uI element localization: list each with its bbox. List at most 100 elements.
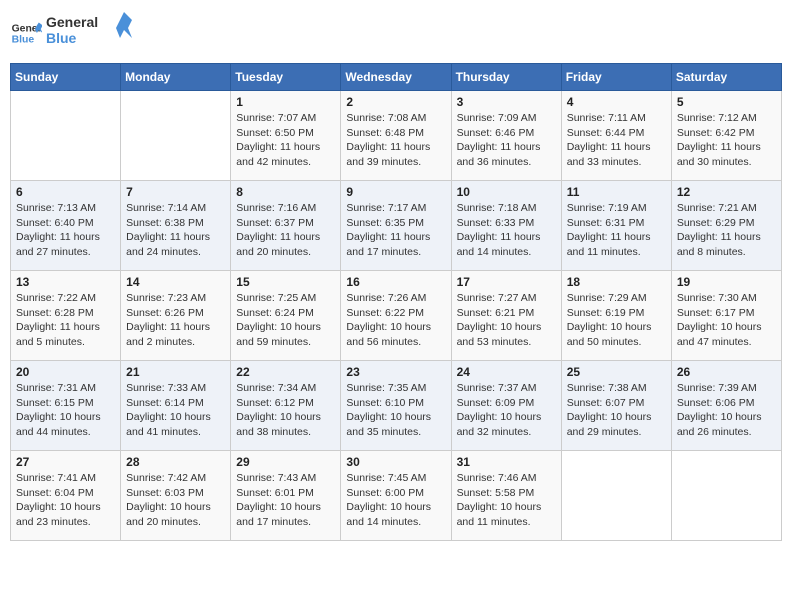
- day-number: 17: [457, 275, 556, 289]
- day-info: Sunrise: 7:39 AM Sunset: 6:06 PM Dayligh…: [677, 381, 776, 440]
- weekday-header: Tuesday: [231, 64, 341, 91]
- calendar-week-row: 13Sunrise: 7:22 AM Sunset: 6:28 PM Dayli…: [11, 271, 782, 361]
- weekday-header: Thursday: [451, 64, 561, 91]
- day-number: 1: [236, 95, 335, 109]
- day-info: Sunrise: 7:46 AM Sunset: 5:58 PM Dayligh…: [457, 471, 556, 530]
- calendar-cell: 14 Sunrise: 7:23 AM Sunset: 6:26 PM Dayli…: [121, 271, 231, 361]
- weekday-header: Wednesday: [341, 64, 451, 91]
- day-number: 4: [567, 95, 666, 109]
- day-info: Sunrise: 7:26 AM Sunset: 6:22 PM Dayligh…: [346, 291, 445, 350]
- calendar-cell: 30 Sunrise: 7:45 AM Sunset: 6:00 PM Dayli…: [341, 451, 451, 541]
- day-info: Sunrise: 7:08 AM Sunset: 6:48 PM Dayligh…: [346, 111, 445, 170]
- day-number: 6: [16, 185, 115, 199]
- day-info: Sunrise: 7:43 AM Sunset: 6:01 PM Dayligh…: [236, 471, 335, 530]
- day-info: Sunrise: 7:42 AM Sunset: 6:03 PM Dayligh…: [126, 471, 225, 530]
- day-number: 29: [236, 455, 335, 469]
- calendar-cell: 15 Sunrise: 7:25 AM Sunset: 6:24 PM Dayli…: [231, 271, 341, 361]
- logo-icon: General Blue: [10, 17, 42, 49]
- calendar-cell: 28 Sunrise: 7:42 AM Sunset: 6:03 PM Dayli…: [121, 451, 231, 541]
- day-info: Sunrise: 7:25 AM Sunset: 6:24 PM Dayligh…: [236, 291, 335, 350]
- weekday-header: Monday: [121, 64, 231, 91]
- day-info: Sunrise: 7:07 AM Sunset: 6:50 PM Dayligh…: [236, 111, 335, 170]
- day-number: 15: [236, 275, 335, 289]
- calendar-week-row: 27 Sunrise: 7:41 AM Sunset: 6:04 PM Dayli…: [11, 451, 782, 541]
- day-number: 10: [457, 185, 556, 199]
- page-header: General Blue General Blue: [10, 10, 782, 55]
- day-info: Sunrise: 7:37 AM Sunset: 6:09 PM Dayligh…: [457, 381, 556, 440]
- day-number: 5: [677, 95, 776, 109]
- day-info: Sunrise: 7:30 AM Sunset: 6:17 PM Dayligh…: [677, 291, 776, 350]
- logo-text: General Blue: [46, 10, 136, 55]
- calendar-cell: 11Sunrise: 7:19 AM Sunset: 6:31 PM Dayli…: [561, 181, 671, 271]
- calendar-cell: 18 Sunrise: 7:29 AM Sunset: 6:19 PM Dayli…: [561, 271, 671, 361]
- calendar-cell: 7 Sunrise: 7:14 AM Sunset: 6:38 PM Daylig…: [121, 181, 231, 271]
- weekday-header: Sunday: [11, 64, 121, 91]
- day-info: Sunrise: 7:16 AM Sunset: 6:37 PM Dayligh…: [236, 201, 335, 260]
- day-info: Sunrise: 7:14 AM Sunset: 6:38 PM Dayligh…: [126, 201, 225, 260]
- day-number: 8: [236, 185, 335, 199]
- calendar-cell: 17Sunrise: 7:27 AM Sunset: 6:21 PM Dayli…: [451, 271, 561, 361]
- day-info: Sunrise: 7:34 AM Sunset: 6:12 PM Dayligh…: [236, 381, 335, 440]
- svg-text:General: General: [46, 14, 98, 30]
- calendar-cell: 6Sunrise: 7:13 AM Sunset: 6:40 PM Daylig…: [11, 181, 121, 271]
- day-number: 30: [346, 455, 445, 469]
- calendar-cell: 16Sunrise: 7:26 AM Sunset: 6:22 PM Dayli…: [341, 271, 451, 361]
- day-number: 12: [677, 185, 776, 199]
- calendar-header-row: SundayMondayTuesdayWednesdayThursdayFrid…: [11, 64, 782, 91]
- day-number: 24: [457, 365, 556, 379]
- day-number: 28: [126, 455, 225, 469]
- calendar-cell: 23Sunrise: 7:35 AM Sunset: 6:10 PM Dayli…: [341, 361, 451, 451]
- day-info: Sunrise: 7:41 AM Sunset: 6:04 PM Dayligh…: [16, 471, 115, 530]
- calendar-cell: 29 Sunrise: 7:43 AM Sunset: 6:01 PM Dayli…: [231, 451, 341, 541]
- day-info: Sunrise: 7:45 AM Sunset: 6:00 PM Dayligh…: [346, 471, 445, 530]
- calendar-table: SundayMondayTuesdayWednesdayThursdayFrid…: [10, 63, 782, 541]
- calendar-cell: 5 Sunrise: 7:12 AM Sunset: 6:42 PM Daylig…: [671, 91, 781, 181]
- calendar-cell: 26 Sunrise: 7:39 AM Sunset: 6:06 PM Dayli…: [671, 361, 781, 451]
- calendar-cell: 20Sunrise: 7:31 AM Sunset: 6:15 PM Dayli…: [11, 361, 121, 451]
- day-number: 25: [567, 365, 666, 379]
- day-number: 21: [126, 365, 225, 379]
- calendar-cell: [11, 91, 121, 181]
- calendar-cell: 8 Sunrise: 7:16 AM Sunset: 6:37 PM Daylig…: [231, 181, 341, 271]
- calendar-week-row: 20Sunrise: 7:31 AM Sunset: 6:15 PM Dayli…: [11, 361, 782, 451]
- calendar-cell: 25 Sunrise: 7:38 AM Sunset: 6:07 PM Dayli…: [561, 361, 671, 451]
- day-number: 26: [677, 365, 776, 379]
- day-info: Sunrise: 7:31 AM Sunset: 6:15 PM Dayligh…: [16, 381, 115, 440]
- day-info: Sunrise: 7:19 AM Sunset: 6:31 PM Dayligh…: [567, 201, 666, 260]
- calendar-cell: 9 Sunrise: 7:17 AM Sunset: 6:35 PM Daylig…: [341, 181, 451, 271]
- calendar-cell: 22 Sunrise: 7:34 AM Sunset: 6:12 PM Dayli…: [231, 361, 341, 451]
- day-info: Sunrise: 7:38 AM Sunset: 6:07 PM Dayligh…: [567, 381, 666, 440]
- calendar-cell: [561, 451, 671, 541]
- calendar-cell: 24 Sunrise: 7:37 AM Sunset: 6:09 PM Dayli…: [451, 361, 561, 451]
- calendar-cell: 12Sunrise: 7:21 AM Sunset: 6:29 PM Dayli…: [671, 181, 781, 271]
- calendar-week-row: 6Sunrise: 7:13 AM Sunset: 6:40 PM Daylig…: [11, 181, 782, 271]
- day-number: 18: [567, 275, 666, 289]
- day-number: 9: [346, 185, 445, 199]
- calendar-cell: 1 Sunrise: 7:07 AM Sunset: 6:50 PM Daylig…: [231, 91, 341, 181]
- day-info: Sunrise: 7:29 AM Sunset: 6:19 PM Dayligh…: [567, 291, 666, 350]
- day-info: Sunrise: 7:17 AM Sunset: 6:35 PM Dayligh…: [346, 201, 445, 260]
- day-info: Sunrise: 7:18 AM Sunset: 6:33 PM Dayligh…: [457, 201, 556, 260]
- day-number: 14: [126, 275, 225, 289]
- day-number: 19: [677, 275, 776, 289]
- svg-text:Blue: Blue: [46, 30, 77, 46]
- calendar-cell: 31 Sunrise: 7:46 AM Sunset: 5:58 PM Dayli…: [451, 451, 561, 541]
- day-info: Sunrise: 7:23 AM Sunset: 6:26 PM Dayligh…: [126, 291, 225, 350]
- weekday-header: Saturday: [671, 64, 781, 91]
- day-info: Sunrise: 7:22 AM Sunset: 6:28 PM Dayligh…: [16, 291, 115, 350]
- day-number: 31: [457, 455, 556, 469]
- day-number: 27: [16, 455, 115, 469]
- calendar-week-row: 1 Sunrise: 7:07 AM Sunset: 6:50 PM Daylig…: [11, 91, 782, 181]
- calendar-cell: 21Sunrise: 7:33 AM Sunset: 6:14 PM Dayli…: [121, 361, 231, 451]
- calendar-cell: 13Sunrise: 7:22 AM Sunset: 6:28 PM Dayli…: [11, 271, 121, 361]
- day-info: Sunrise: 7:11 AM Sunset: 6:44 PM Dayligh…: [567, 111, 666, 170]
- calendar-cell: 10 Sunrise: 7:18 AM Sunset: 6:33 PM Dayli…: [451, 181, 561, 271]
- day-number: 22: [236, 365, 335, 379]
- day-number: 23: [346, 365, 445, 379]
- calendar-cell: 4 Sunrise: 7:11 AM Sunset: 6:44 PM Daylig…: [561, 91, 671, 181]
- day-info: Sunrise: 7:12 AM Sunset: 6:42 PM Dayligh…: [677, 111, 776, 170]
- day-number: 7: [126, 185, 225, 199]
- svg-text:Blue: Blue: [12, 34, 35, 45]
- calendar-cell: 19 Sunrise: 7:30 AM Sunset: 6:17 PM Dayli…: [671, 271, 781, 361]
- day-number: 2: [346, 95, 445, 109]
